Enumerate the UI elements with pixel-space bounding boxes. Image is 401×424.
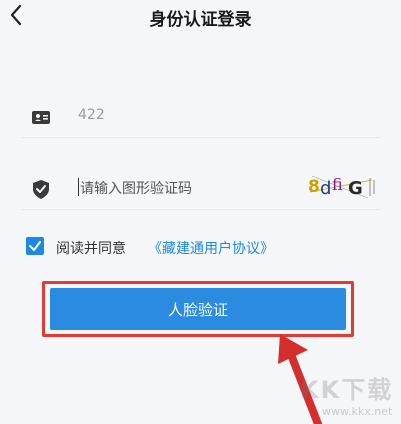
svg-text:G: G <box>348 178 363 199</box>
id-number-value: 422 <box>78 107 105 123</box>
captcha-field[interactable]: 请输入图形验证码 8 d fi G <box>22 166 380 210</box>
svg-text:fi: fi <box>332 175 343 194</box>
agreement-checkbox[interactable] <box>26 237 44 255</box>
svg-text:d: d <box>320 178 331 199</box>
shield-icon <box>30 178 52 200</box>
nav-bar: 身份认证登录 <box>0 0 401 34</box>
face-verify-button-label: 人脸验证 <box>167 300 228 319</box>
captcha-image[interactable]: 8 d fi G <box>302 170 378 202</box>
agreement-text: 阅读并同意 <box>56 241 126 257</box>
checkmark-icon <box>29 241 41 251</box>
text-cursor <box>78 178 79 196</box>
watermark-logo: KK下载 <box>300 376 394 404</box>
watermark-url: www.kkx.net <box>322 405 393 418</box>
agreement-row: 阅读并同意 《藏建通用户协议》 <box>22 235 382 259</box>
watermark: KK下载 www.kkx.net <box>300 370 401 424</box>
user-agreement-link[interactable]: 《藏建通用户协议》 <box>148 238 274 258</box>
page-title: 身份认证登录 <box>149 10 252 30</box>
svg-text:8: 8 <box>308 177 320 197</box>
captcha-placeholder: 请输入图形验证码 <box>80 181 192 197</box>
id-number-field[interactable]: 422 <box>22 94 380 138</box>
face-verify-button[interactable]: 人脸验证 <box>50 288 346 330</box>
id-card-icon <box>30 106 52 128</box>
